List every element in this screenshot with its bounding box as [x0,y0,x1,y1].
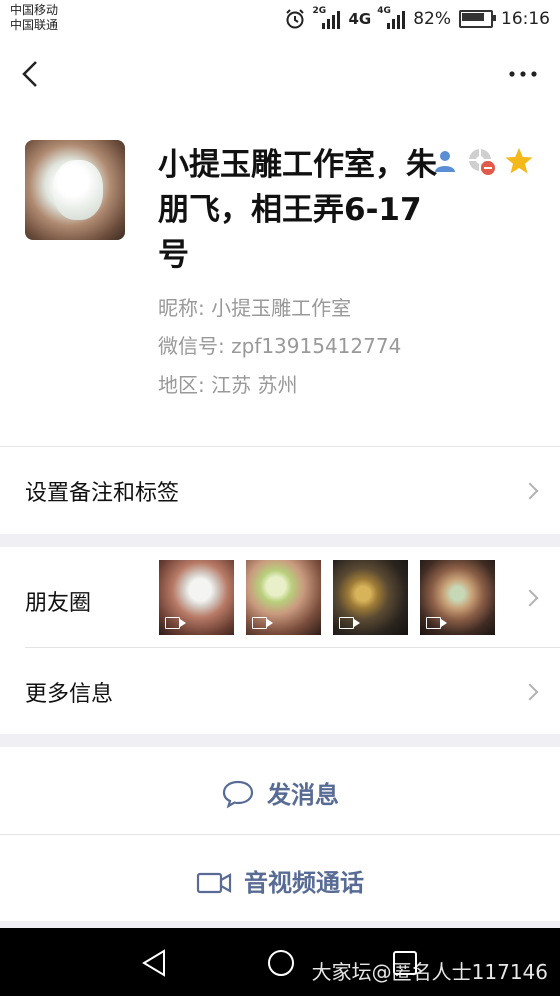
battery-icon [459,10,496,28]
more-options-button[interactable] [508,66,538,79]
carrier-1: 中国移动 [10,3,59,17]
alarm-icon [286,9,305,29]
section-gap [0,534,560,547]
avatar[interactable] [25,140,125,240]
carrier-2: 中国联通 [10,18,59,32]
more-info-row[interactable]: 更多信息 [0,648,560,734]
system-nav-bar: 大家坛@匿名人士117146 [0,928,560,996]
clock: 16:16 [501,9,550,29]
moments-thumbnail[interactable] [159,560,234,635]
section-gap [0,921,560,928]
video-icon [165,617,186,629]
contact-badges [432,146,534,176]
nickname: 昵称: 小提玉雕工作室 [158,296,352,320]
more-dots-icon [509,71,537,77]
moments-label: 朋友圈 [25,591,92,616]
chevron-right-icon [521,683,539,701]
back-button[interactable] [14,52,50,96]
battery-percent: 82% [413,9,451,29]
contact-name: 小提玉雕工作室，朱朋飞，相王弄6-17号 [158,147,437,273]
moments-blocked-icon [469,149,495,175]
network-4g-label: 4G [348,10,372,28]
more-info-label: 更多信息 [25,682,114,707]
video-camera-icon [196,872,232,894]
moments-thumbnail[interactable] [420,560,495,635]
video-icon [426,617,447,629]
video-call-button[interactable]: 音视频通话 [0,835,560,921]
signal-4g-icon: 4G [377,6,406,30]
chevron-right-icon [521,589,539,607]
video-call-action: 音视频通话 [0,863,560,898]
video-call-label: 音视频通话 [244,869,364,897]
send-message-label: 发消息 [267,781,339,809]
moments-thumbnail[interactable] [333,560,408,635]
carrier-labels: 中国移动 中国联通 [10,3,58,33]
set-remark-tags-row[interactable]: 设置备注和标签 [0,447,560,534]
signal-2g-icon: 2G [312,6,341,30]
moments-thumbnail[interactable] [246,560,321,635]
contact-person-icon [435,151,455,172]
video-icon [339,617,360,629]
nav-home-icon[interactable] [264,946,298,980]
wechat-id: 微信号: zpf13915412774 [158,334,402,358]
watermark: 大家坛@匿名人士117146 [311,960,548,984]
video-icon [252,617,273,629]
star-icon [505,148,533,174]
status-icons: 2G 4G 4G 82% 16:16 [284,6,550,32]
set-remark-tags-label: 设置备注和标签 [25,481,180,506]
chat-bubble-icon [222,780,254,809]
send-message-action: 发消息 [0,775,560,810]
back-arrow-icon [22,61,37,87]
section-gap [0,734,560,747]
nav-back-icon[interactable] [138,946,172,980]
region: 地区: 江苏 苏州 [158,373,298,397]
top-bar [0,38,560,110]
status-bar: 中国移动 中国联通 2G 4G 4G 82% 16:16 [0,0,560,38]
chevron-right-icon [521,482,539,500]
send-message-button[interactable]: 发消息 [0,747,560,833]
